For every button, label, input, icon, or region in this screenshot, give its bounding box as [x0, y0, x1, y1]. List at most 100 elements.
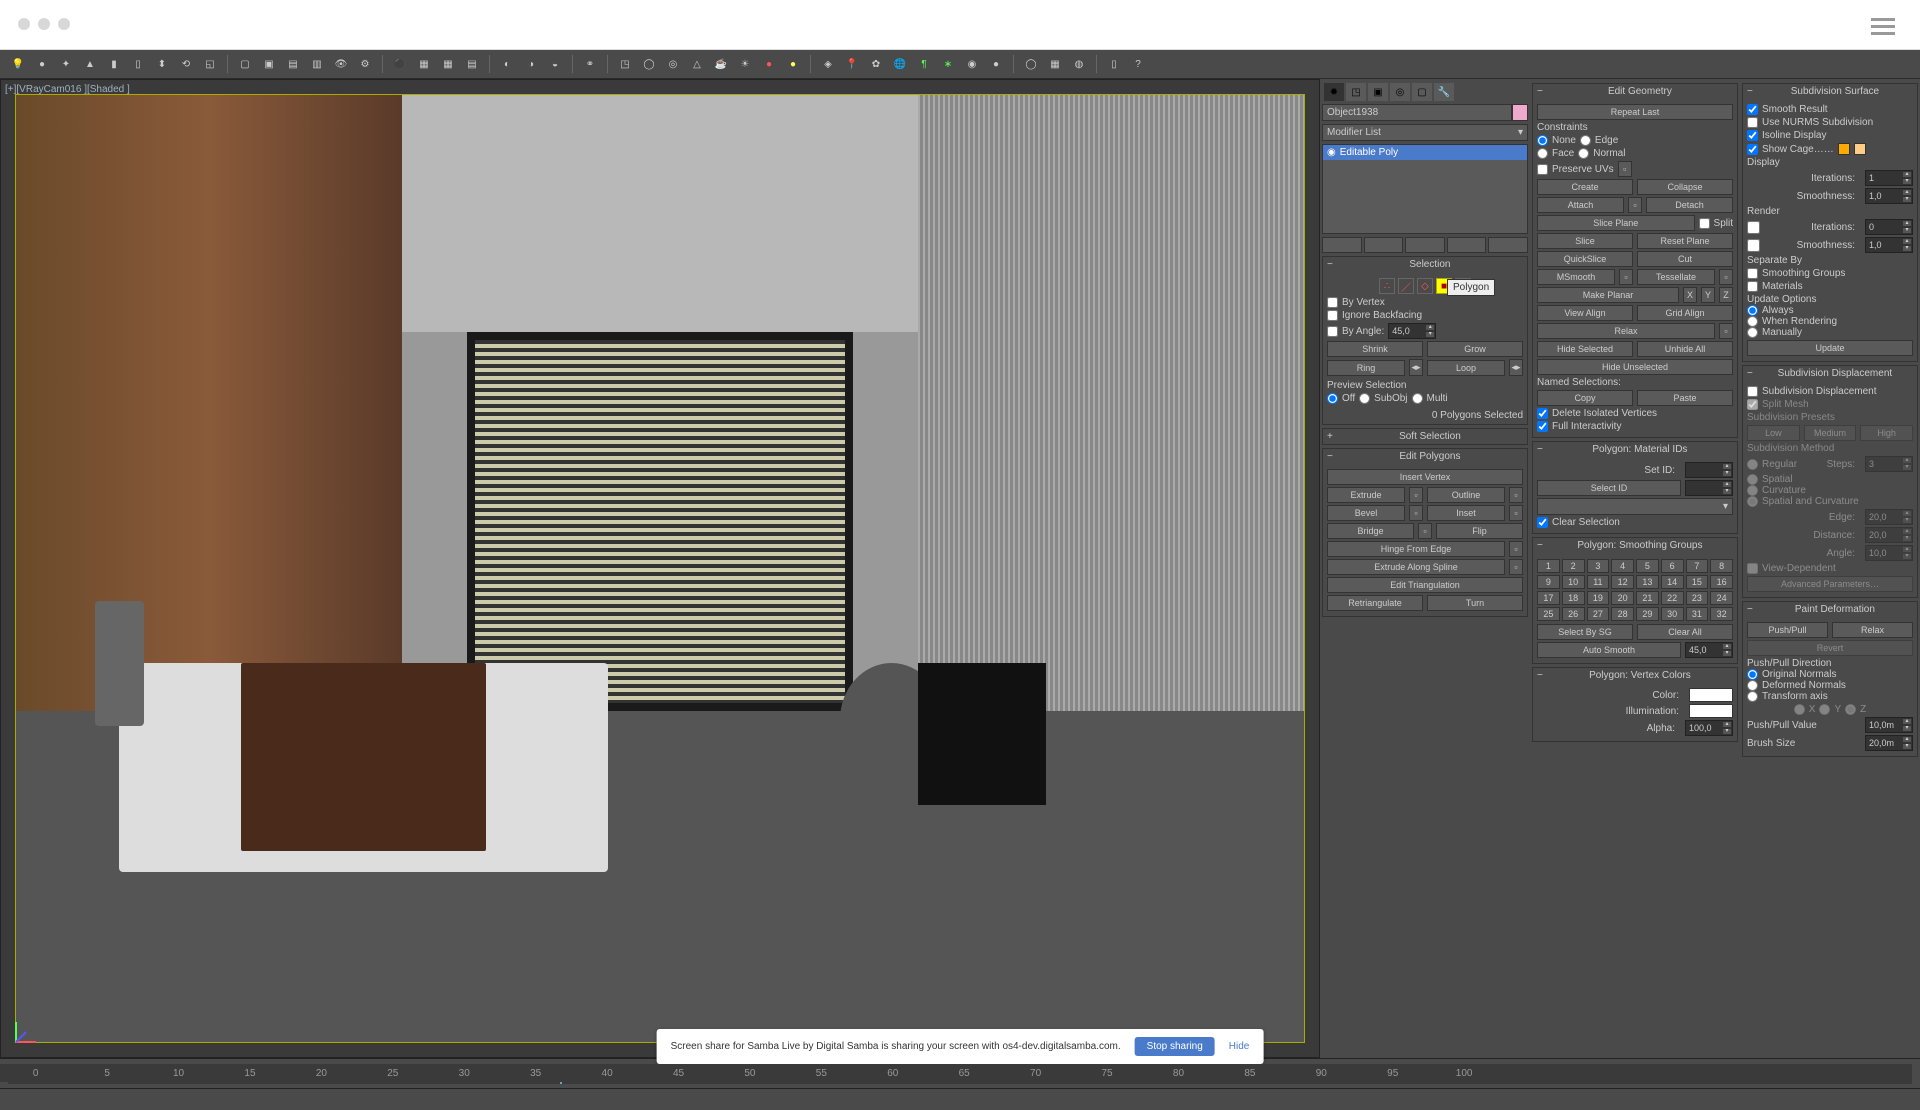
by-angle-checkbox[interactable] — [1327, 326, 1338, 337]
clear-all-button[interactable]: Clear All — [1637, 624, 1733, 640]
window-controls[interactable] — [18, 18, 70, 30]
spinner-down[interactable]: ▾ — [1425, 331, 1435, 338]
sg-32[interactable]: 32 — [1710, 607, 1733, 621]
preserve-uvs-settings[interactable]: ▫ — [1618, 161, 1632, 177]
view-align-button[interactable]: View Align — [1537, 305, 1633, 321]
subdiv-surface-header[interactable]: −Subdivision Surface — [1743, 84, 1917, 99]
sg-28[interactable]: 28 — [1611, 607, 1634, 621]
msmooth-button[interactable]: MSmooth — [1537, 269, 1615, 285]
planar-x[interactable]: X — [1683, 287, 1697, 303]
bevel-settings[interactable]: ▫ — [1409, 505, 1423, 521]
tab-utilities[interactable]: 🔧 — [1434, 83, 1454, 101]
link-icon[interactable]: ⚭ — [580, 54, 600, 74]
sphere2-icon[interactable]: ◯ — [639, 54, 659, 74]
sg-10[interactable]: 10 — [1562, 575, 1585, 589]
by-angle-input[interactable] — [1389, 326, 1425, 337]
sep-mat-checkbox[interactable] — [1747, 281, 1758, 292]
bridge-settings[interactable]: ▫ — [1418, 523, 1432, 539]
extrude-settings[interactable]: ▫ — [1409, 487, 1423, 503]
sun-icon[interactable]: ☀ — [735, 54, 755, 74]
render-iter-checkbox[interactable] — [1747, 221, 1760, 234]
sg-30[interactable]: 30 — [1661, 607, 1684, 621]
checker-icon[interactable]: ▦ — [1045, 54, 1065, 74]
split-checkbox[interactable] — [1699, 218, 1710, 229]
tessellate-settings[interactable]: ▫ — [1719, 269, 1733, 285]
help-icon[interactable]: ? — [1128, 54, 1148, 74]
sg-12[interactable]: 12 — [1611, 575, 1634, 589]
object-color[interactable] — [1512, 104, 1528, 121]
rotate-icon[interactable]: ⟲ — [176, 54, 196, 74]
grass-icon[interactable]: ¶ — [914, 54, 934, 74]
constraint-face[interactable] — [1537, 148, 1548, 159]
axis-gizmo[interactable] — [11, 1017, 41, 1047]
smooth-result-checkbox[interactable] — [1747, 104, 1758, 115]
sg-1[interactable]: 1 — [1537, 559, 1560, 573]
push-pull-button[interactable]: Push/Pull — [1747, 622, 1828, 638]
menu-icon[interactable] — [1871, 18, 1895, 35]
lasso-icon[interactable]: ▣ — [259, 54, 279, 74]
outline-button[interactable]: Outline — [1427, 487, 1505, 503]
cone-icon[interactable]: △ — [687, 54, 707, 74]
sg-13[interactable]: 13 — [1636, 575, 1659, 589]
material-ids-header[interactable]: −Polygon: Material IDs — [1533, 442, 1737, 457]
half-icon[interactable]: ◑ — [521, 54, 541, 74]
def-normals-radio[interactable] — [1747, 680, 1758, 691]
isoline-checkbox[interactable] — [1747, 130, 1758, 141]
clover-icon[interactable]: ✿ — [866, 54, 886, 74]
sg-19[interactable]: 19 — [1587, 591, 1610, 605]
create-button[interactable]: Create — [1537, 179, 1633, 195]
crossing-icon[interactable]: ▥ — [307, 54, 327, 74]
slice-plane-button[interactable]: Slice Plane — [1537, 215, 1695, 231]
remove-mod-button[interactable] — [1447, 237, 1487, 253]
hide-unselected-button[interactable]: Hide Unselected — [1537, 359, 1733, 375]
spinner-up[interactable]: ▴ — [1425, 324, 1435, 331]
edge-icon[interactable]: ／ — [1398, 278, 1414, 294]
pp-value-input[interactable] — [1866, 719, 1902, 731]
loop-button[interactable]: Loop — [1427, 360, 1505, 376]
planar-y[interactable]: Y — [1701, 287, 1715, 303]
frame-ruler[interactable]: 0510152025303540455055606570758085909510… — [0, 1064, 1500, 1082]
sg-22[interactable]: 22 — [1661, 591, 1684, 605]
relax-button[interactable]: Relax — [1537, 323, 1715, 339]
subdiv-disp-checkbox[interactable] — [1747, 386, 1758, 397]
sg-21[interactable]: 21 — [1636, 591, 1659, 605]
sg-25[interactable]: 25 — [1537, 607, 1560, 621]
insert-vertex-button[interactable]: Insert Vertex — [1327, 469, 1523, 485]
tree-icon[interactable]: ▲ — [80, 54, 100, 74]
outline-settings[interactable]: ▫ — [1509, 487, 1523, 503]
inset-button[interactable]: Inset — [1427, 505, 1505, 521]
ball-icon[interactable]: ⚫ — [390, 54, 410, 74]
particles-icon[interactable]: ✦ — [56, 54, 76, 74]
render-smooth-checkbox[interactable] — [1747, 239, 1760, 252]
light-icon[interactable]: 💡 — [8, 54, 28, 74]
orig-normals-radio[interactable] — [1747, 669, 1758, 680]
constraint-normal[interactable] — [1578, 148, 1589, 159]
selection-header[interactable]: −Selection — [1323, 257, 1527, 272]
sg-9[interactable]: 9 — [1537, 575, 1560, 589]
viewport-render[interactable] — [15, 94, 1305, 1043]
hide-selected-button[interactable]: Hide Selected — [1537, 341, 1633, 357]
cage-color2[interactable] — [1854, 143, 1866, 155]
bevel-button[interactable]: Bevel — [1327, 505, 1405, 521]
preview-off-radio[interactable] — [1327, 393, 1338, 404]
sg-6[interactable]: 6 — [1661, 559, 1684, 573]
bulb-icon[interactable]: ⚙ — [355, 54, 375, 74]
sg-5[interactable]: 5 — [1636, 559, 1659, 573]
sg-2[interactable]: 2 — [1562, 559, 1585, 573]
render-smooth-input[interactable] — [1866, 239, 1902, 251]
red-icon[interactable]: ● — [759, 54, 779, 74]
collapse-button[interactable]: Collapse — [1637, 179, 1733, 195]
teapot-icon[interactable]: ☕ — [711, 54, 731, 74]
sep-sg-checkbox[interactable] — [1747, 268, 1758, 279]
calendar-icon[interactable]: ▦ — [414, 54, 434, 74]
clear-selection-checkbox[interactable] — [1537, 517, 1548, 528]
set-id-input[interactable] — [1686, 464, 1722, 476]
grid-icon[interactable]: ▦ — [438, 54, 458, 74]
paste-button[interactable]: Paste — [1637, 390, 1733, 406]
select-by-sg-button[interactable]: Select By SG — [1537, 624, 1633, 640]
sg-26[interactable]: 26 — [1562, 607, 1585, 621]
sg-24[interactable]: 24 — [1710, 591, 1733, 605]
torus-icon[interactable]: ◎ — [663, 54, 683, 74]
ring-spinner[interactable]: ◂▸ — [1409, 359, 1423, 376]
sg-31[interactable]: 31 — [1686, 607, 1709, 621]
